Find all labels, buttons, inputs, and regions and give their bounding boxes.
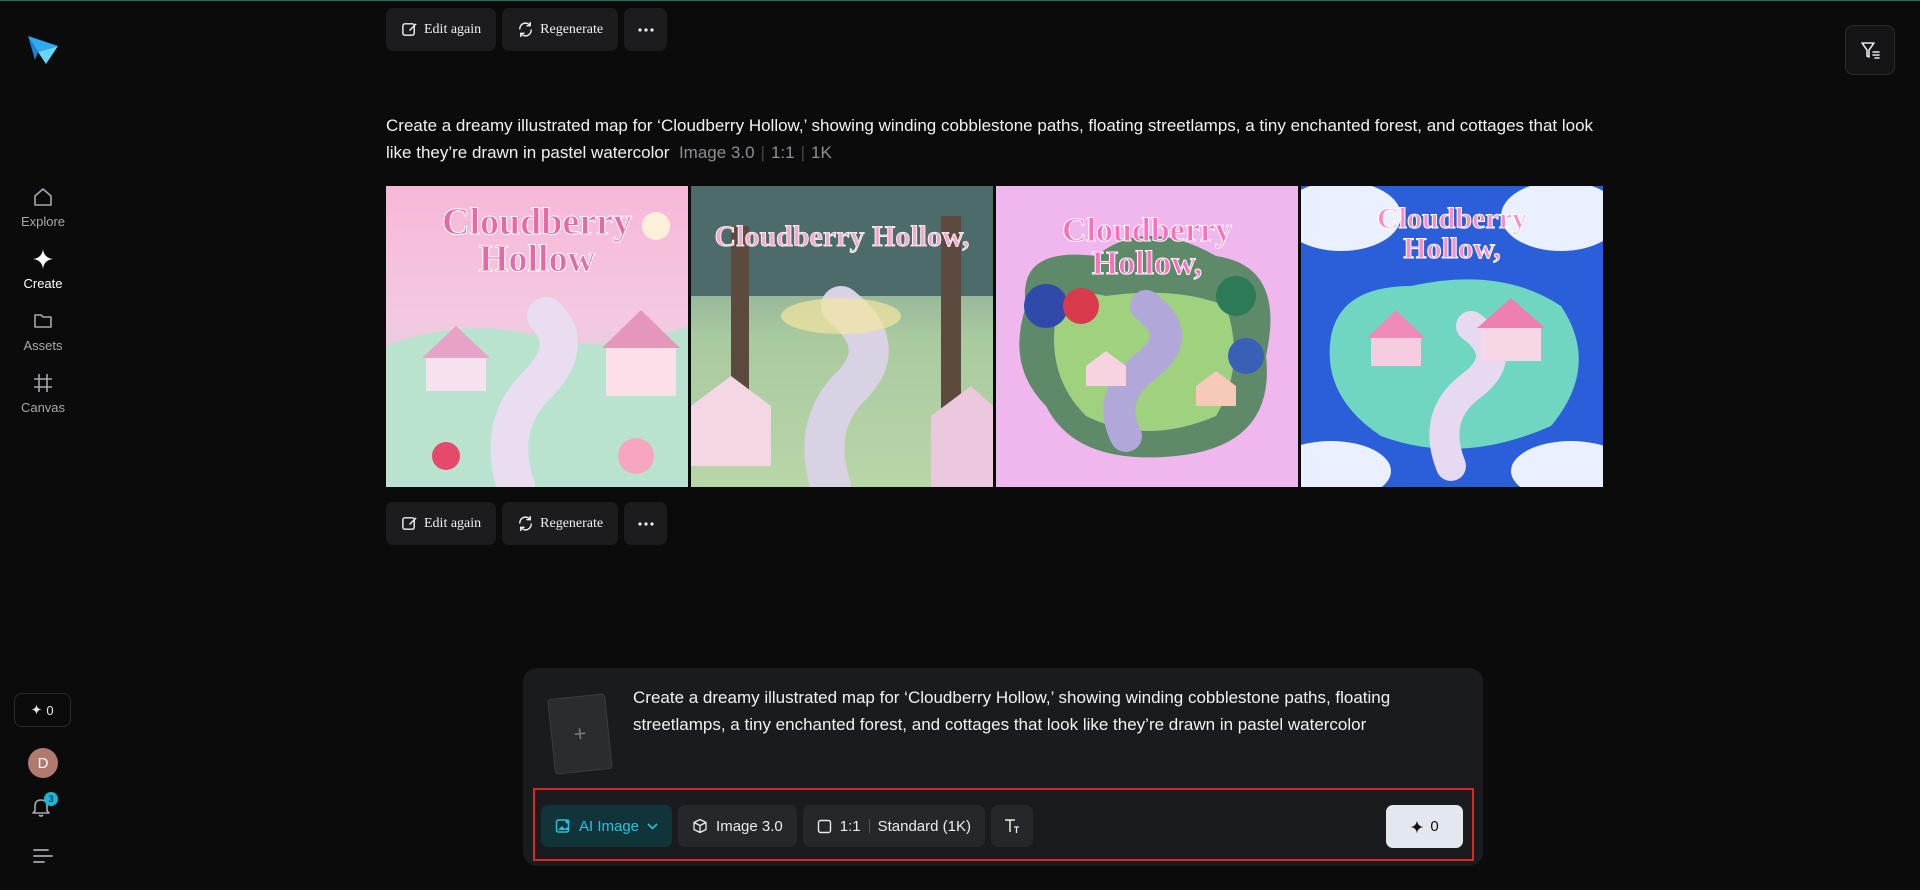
generated-image-2[interactable]: Cloudberry Hollow, [691,186,993,487]
model-label: Image 3.0 [716,817,783,835]
sidebar-item-label: Create [23,276,63,291]
edit-again-button[interactable]: Edit again [386,8,497,51]
square-ratio-icon [817,819,831,833]
prompt-composer: + Create a dreamy illustrated map for ‘C… [523,668,1483,866]
more-horizontal-icon [638,521,654,526]
avatar[interactable]: D [28,748,58,778]
more-options-button[interactable] [624,8,668,51]
generated-images: Cloudberry Hollow Cloudberry Hollow, Clo… [386,186,1603,487]
regenerate-label: Regenerate [540,21,604,37]
sidebar-item-assets[interactable]: Assets [0,308,86,370]
prompt-model: Image 3.0 [678,143,755,162]
model-select[interactable]: Image 3.0 [678,805,797,847]
text-format-icon [1005,819,1019,833]
sidebar-item-create[interactable]: Create [0,246,86,308]
sidebar-item-label: Explore [20,214,66,229]
edit-again-button[interactable]: Edit again [386,502,497,545]
prompt-input[interactable]: Create a dreamy illustrated map for ‘Clo… [633,684,1453,738]
generation-prompt: Create a dreamy illustrated map for ‘Clo… [386,112,1606,166]
mode-label: AI Image [579,817,640,835]
generate-cost: 0 [1430,818,1439,835]
top-action-bar: Edit again Regenerate [386,8,668,51]
frame-icon [30,370,56,396]
sidebar-item-label: Canvas [20,400,66,415]
sidebar-nav: Explore Create Assets Canvas [0,184,86,432]
sparkle-icon [30,246,56,272]
mode-select[interactable]: AI Image [541,805,673,847]
more-horizontal-icon [638,27,654,32]
composer-toolbar: AI Image Image 3.0 1:1 Standard (1K) [541,805,1033,847]
refresh-icon [519,515,533,532]
menu-icon[interactable] [32,848,54,864]
prompt-meta: Image 3.0 | 1:1 | 1K [678,143,832,162]
edit-again-label: Edit again [424,515,482,531]
edit-again-label: Edit again [424,21,482,37]
generated-image-4[interactable]: Cloudberry Hollow, [1301,186,1603,487]
image-title-line2: Hollow, [1403,232,1501,265]
regenerate-label: Regenerate [540,515,604,531]
regenerate-button[interactable]: Regenerate [502,8,619,51]
quality-label: Standard (1K) [877,817,971,835]
refresh-icon [519,21,533,38]
image-title-line1: Cloudberry [442,201,632,243]
edit-icon [402,23,417,36]
image-title-line1: Cloudberry [1377,202,1527,235]
plus-icon: + [572,720,588,747]
sidebar-item-label: Assets [23,338,63,353]
filter-icon [1861,42,1880,59]
text-style-button[interactable] [991,805,1033,847]
paper-plane-logo-icon [28,36,58,64]
sidebar-item-explore[interactable]: Explore [0,184,86,246]
sidebar-item-canvas[interactable]: Canvas [0,370,86,432]
filter-button[interactable] [1845,25,1895,75]
regenerate-button[interactable]: Regenerate [502,502,619,545]
divider [868,819,870,833]
prompt-text: Create a dreamy illustrated map for ‘Clo… [386,116,1594,162]
ratio-label: 1:1 [839,817,861,835]
prompt-resolution: 1K [811,143,832,162]
aspect-quality-select[interactable]: 1:1 Standard (1K) [802,805,985,847]
notification-badge: 3 [44,792,58,806]
folder-icon [30,308,56,334]
chevron-down-icon [647,822,658,830]
home-icon [30,184,56,210]
ai-image-icon [555,819,570,833]
image-title-line1: Cloudberry Hollow, [714,220,969,253]
sidebar: Explore Create Assets Canvas 0 D 3 [0,0,86,890]
top-divider [0,0,1920,1]
sparkle-icon [1410,820,1424,833]
upload-reference-button[interactable]: + [547,693,613,775]
image-title-line2: Hollow, [1092,245,1203,282]
credits-pill[interactable]: 0 [14,693,71,727]
app-logo[interactable] [26,32,60,66]
more-options-button[interactable] [624,502,668,545]
generated-image-1[interactable]: Cloudberry Hollow [386,186,688,487]
generated-image-3[interactable]: Cloudberry Hollow, [996,186,1298,487]
prompt-ratio: 1:1 [770,143,795,162]
image-title-line1: Cloudberry [1062,212,1232,249]
notifications-button[interactable]: 3 [30,792,58,822]
edit-icon [402,517,417,530]
generate-button[interactable]: 0 [1386,805,1463,848]
sparkle-icon [31,703,42,718]
credits-count: 0 [46,702,54,718]
cube-icon [693,818,707,834]
image-title-line2: Hollow [479,238,596,280]
bottom-action-bar: Edit again Regenerate [386,502,668,545]
